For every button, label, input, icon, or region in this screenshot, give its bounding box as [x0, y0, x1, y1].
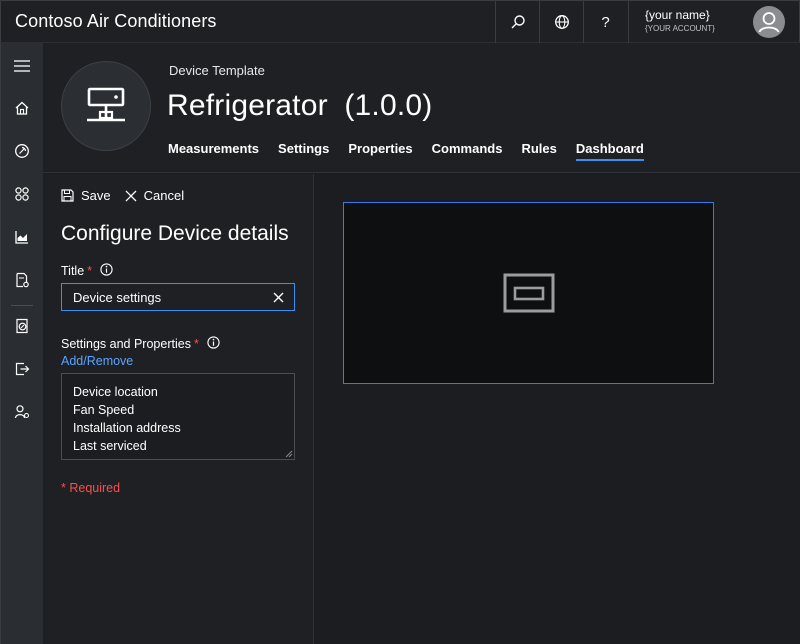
info-icon — [100, 263, 113, 276]
settings-info-button[interactable] — [207, 336, 220, 352]
required-asterisk: * — [193, 337, 199, 351]
language-button[interactable] — [539, 1, 583, 43]
resize-grip-icon[interactable] — [285, 450, 293, 458]
panel-toolbar: Save Cancel — [61, 188, 198, 203]
title-input[interactable]: Device settings — [61, 283, 295, 311]
tile-placeholder-icon — [503, 273, 554, 313]
tab-rules[interactable]: Rules — [521, 141, 556, 161]
title-input-value: Device settings — [73, 289, 162, 305]
help-icon: ? — [601, 13, 610, 31]
globe-icon — [554, 15, 569, 29]
search-icon — [511, 15, 525, 29]
template-name: Refrigerator — [167, 89, 328, 122]
nav-device-sets[interactable] — [1, 179, 43, 209]
cancel-label: Cancel — [143, 188, 185, 203]
tab-commands[interactable]: Commands — [432, 141, 503, 161]
template-tabs: Measurements Settings Properties Command… — [168, 141, 663, 161]
hamburger-icon — [14, 60, 30, 72]
save-icon — [61, 189, 74, 202]
save-button[interactable]: Save — [61, 188, 111, 203]
device-details-tile[interactable] — [343, 202, 714, 384]
tab-measurements[interactable]: Measurements — [168, 141, 259, 161]
analytics-icon — [15, 231, 28, 244]
top-bar: Contoso Air Conditioners ? {your name} {… — [0, 0, 800, 43]
device-icon — [87, 87, 125, 122]
app-title: Contoso Air Conditioners — [15, 11, 217, 31]
page-subtitle: Device Template — [169, 63, 265, 78]
panel-heading: Configure Device details — [61, 222, 289, 245]
title-label-text: Title — [61, 264, 85, 278]
nav-analytics[interactable] — [1, 222, 43, 252]
help-button[interactable]: ? — [583, 1, 627, 43]
nav-menu-toggle[interactable] — [1, 51, 43, 81]
add-remove-link[interactable]: Add/Remove — [61, 354, 133, 368]
close-icon — [273, 292, 284, 303]
cancel-button[interactable]: Cancel — [125, 188, 184, 203]
clear-title-button[interactable] — [273, 291, 284, 306]
title-field-label: Title * — [61, 263, 113, 279]
avatar[interactable] — [753, 6, 785, 38]
list-item: Installation address — [73, 421, 181, 435]
nav-home[interactable] — [1, 93, 43, 123]
export-icon — [15, 362, 30, 376]
tab-properties[interactable]: Properties — [348, 141, 412, 161]
user-account: {YOUR ACCOUNT} — [645, 24, 715, 33]
tab-dashboard[interactable]: Dashboard — [575, 141, 644, 161]
settings-field-label: Settings and Properties * — [61, 336, 220, 352]
nav-device-templates[interactable] — [1, 265, 43, 295]
save-label: Save — [81, 188, 111, 203]
nav-device-explorer[interactable] — [1, 136, 43, 166]
list-item: Fan Speed — [73, 403, 135, 417]
device-template-image[interactable] — [61, 61, 151, 151]
nav-data-export[interactable] — [1, 354, 43, 384]
template-version: (1.0.0) — [344, 89, 433, 122]
device-explorer-icon — [15, 144, 29, 158]
required-note: * Required — [61, 481, 121, 495]
list-item: Last serviced — [73, 439, 147, 453]
tab-settings[interactable]: Settings — [278, 141, 329, 161]
required-asterisk: * — [87, 264, 93, 278]
template-header: Device Template Refrigerator (1.0.0) Mea… — [43, 43, 800, 173]
home-icon — [15, 101, 29, 115]
list-item: Device location — [73, 385, 158, 399]
device-templates-icon — [16, 272, 29, 288]
settings-properties-list[interactable]: Device location Fan Speed Installation a… — [61, 373, 295, 460]
nav-jobs[interactable] — [1, 311, 43, 341]
info-icon — [207, 336, 220, 349]
device-sets-icon — [15, 187, 29, 201]
search-button[interactable] — [495, 1, 539, 43]
nav-divider — [11, 305, 33, 306]
nav-administration[interactable] — [1, 397, 43, 427]
close-icon — [125, 190, 137, 201]
user-menu[interactable]: {your name} {YOUR ACCOUNT} — [628, 1, 800, 43]
title-info-button[interactable] — [100, 263, 113, 279]
dashboard-canvas — [314, 174, 800, 644]
page-title: Refrigerator (1.0.0) — [167, 89, 432, 123]
jobs-icon — [16, 318, 28, 334]
administration-icon — [14, 405, 30, 419]
settings-label-text: Settings and Properties — [61, 337, 191, 351]
user-name: {your name} — [645, 8, 710, 22]
user-avatar-icon — [754, 7, 784, 37]
configure-panel: Save Cancel Configure Device details Tit… — [43, 174, 314, 644]
left-nav — [0, 43, 43, 644]
